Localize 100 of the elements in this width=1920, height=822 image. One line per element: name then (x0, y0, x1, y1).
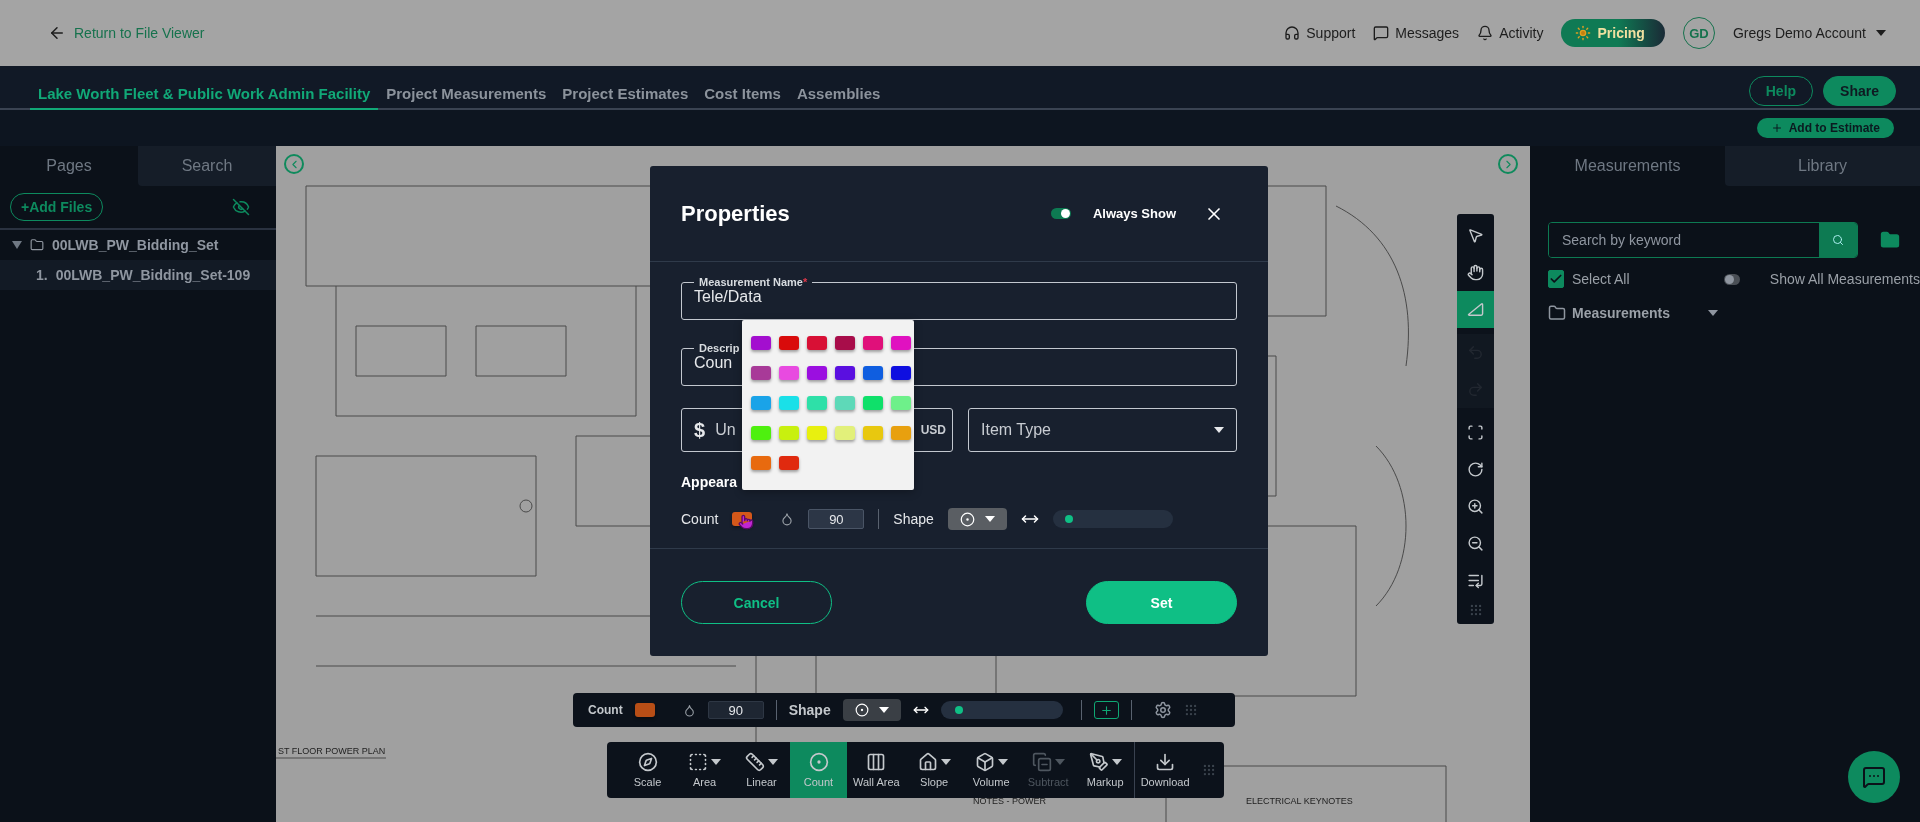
color-option[interactable] (891, 426, 911, 440)
ruler-icon (745, 752, 765, 772)
currency-label: USD (920, 423, 946, 437)
item-type-select[interactable]: Item Type (968, 408, 1237, 452)
add-to-estimate-button[interactable]: Add to Estimate (1756, 118, 1894, 138)
list-icon (1467, 572, 1484, 589)
color-option[interactable] (835, 426, 855, 440)
color-option[interactable] (863, 366, 883, 380)
color-option[interactable] (779, 336, 799, 350)
tool-button[interactable]: Area (676, 742, 733, 798)
select-all-checkbox[interactable] (1548, 270, 1564, 288)
next-page-button[interactable] (1498, 154, 1518, 174)
hide-icon[interactable] (232, 198, 250, 216)
color-option[interactable] (779, 456, 799, 470)
color-option[interactable] (863, 396, 883, 410)
color-option[interactable] (807, 336, 827, 350)
header-link[interactable]: Activity (1477, 25, 1544, 41)
color-option[interactable] (835, 366, 855, 380)
field-value: Coun (694, 354, 733, 372)
tool-button[interactable]: Wall Area (847, 742, 906, 798)
grip-icon[interactable] (1201, 763, 1216, 777)
field-label: Measurement Name* (698, 276, 809, 288)
tool-button[interactable]: Markup (1076, 742, 1134, 798)
header-link[interactable]: Support (1284, 25, 1356, 41)
tool-button[interactable]: Download (1133, 742, 1196, 798)
pricing-button[interactable]: Pricing (1561, 19, 1665, 47)
folder-icon (1548, 304, 1566, 322)
shape-dropdown[interactable] (947, 508, 1007, 530)
color-option[interactable] (891, 336, 911, 350)
opacity-icon (682, 703, 696, 717)
account-menu[interactable]: Gregs Demo Account (1732, 25, 1886, 41)
nav-tab[interactable]: Assemblies (788, 85, 889, 110)
color-option[interactable] (863, 336, 883, 350)
size-slider[interactable] (1052, 510, 1173, 528)
fullscreen-icon (1467, 424, 1484, 441)
color-option[interactable] (835, 396, 855, 410)
show-all-label: Show All Measurements (1769, 271, 1920, 287)
color-option[interactable] (835, 336, 855, 350)
dialog-title: Properties (681, 200, 790, 227)
slider-thumb[interactable] (1064, 515, 1073, 523)
color-option[interactable] (891, 366, 911, 380)
share-button[interactable]: Share (1823, 76, 1896, 106)
field-placeholder: Item Type (981, 421, 1051, 439)
folder-plus-icon[interactable] (1880, 230, 1900, 250)
headphones-icon (1284, 25, 1301, 41)
rotate-icon (1467, 461, 1484, 478)
plan-label: NOTES - POWER (973, 796, 1046, 806)
color-option[interactable] (751, 396, 771, 410)
color-option[interactable] (751, 426, 771, 440)
plan-label: ST FLOOR POWER PLAN (278, 746, 386, 756)
caret-icon (1876, 30, 1886, 36)
color-option[interactable] (891, 396, 911, 410)
columns-icon (866, 752, 887, 772)
count-label: Count (681, 511, 719, 527)
grip-icon[interactable] (1183, 703, 1198, 717)
color-option[interactable] (779, 366, 799, 380)
tool-button[interactable]: Volume (962, 742, 1020, 798)
color-swatch[interactable] (634, 703, 655, 717)
caret-icon (768, 759, 778, 765)
color-option[interactable] (751, 336, 771, 350)
show-all-toggle[interactable] (1723, 273, 1740, 285)
color-option[interactable] (807, 366, 827, 380)
panel-tab[interactable]: Search (138, 146, 276, 186)
color-option[interactable] (863, 426, 883, 440)
color-option[interactable] (751, 456, 771, 470)
color-option[interactable] (807, 396, 827, 410)
caret-icon (12, 241, 22, 249)
color-option[interactable] (751, 366, 771, 380)
folder-label[interactable]: Measurements (1572, 305, 1671, 321)
search-button[interactable] (1819, 223, 1857, 257)
search-field[interactable]: Search by keyword (1548, 222, 1858, 258)
target-icon (808, 752, 829, 772)
nav-tab[interactable]: Project Measurements (378, 85, 555, 110)
panel-tab[interactable]: Library (1725, 146, 1920, 186)
slider-thumb[interactable] (955, 706, 964, 714)
nav-tab[interactable]: Project Estimates (554, 85, 697, 110)
shape-label: Shape (893, 511, 934, 527)
caret-icon (878, 707, 889, 713)
color-option[interactable] (779, 426, 799, 440)
grip-icon[interactable] (1468, 603, 1483, 617)
color-option[interactable] (807, 426, 827, 440)
opacity-field[interactable]: 90 (707, 701, 764, 719)
opacity-icon (780, 512, 795, 526)
always-show-toggle[interactable] (1050, 208, 1071, 219)
download-icon (1155, 752, 1176, 772)
add-button[interactable] (1093, 701, 1119, 719)
tool-button[interactable]: Slope (905, 742, 963, 798)
tool-button[interactable]: Scale (619, 742, 676, 798)
field-label: Descrip (698, 342, 741, 354)
nav-tab[interactable]: Cost Items (696, 85, 789, 110)
size-slider[interactable] (940, 701, 1063, 719)
shape-dropdown[interactable] (842, 699, 901, 721)
tool-button[interactable]: Linear (733, 742, 790, 798)
tree-item[interactable]: 1. 00LWB_PW_Bidding_Set-109 (0, 260, 276, 290)
opacity-field[interactable]: 90 (808, 509, 865, 529)
color-option[interactable] (779, 396, 799, 410)
previous-page-button[interactable] (284, 154, 304, 174)
settings-icon[interactable] (1153, 701, 1172, 719)
header-link[interactable]: Messages (1373, 25, 1460, 41)
tree-item[interactable]: 00LWB_PW_Bidding_Set (0, 230, 276, 260)
